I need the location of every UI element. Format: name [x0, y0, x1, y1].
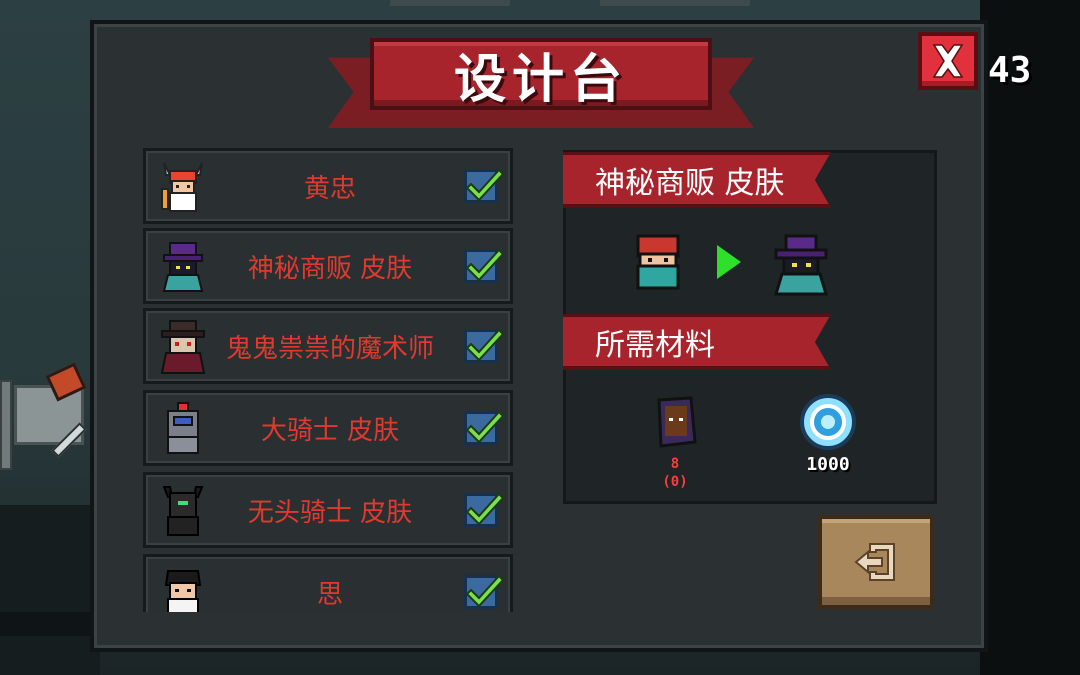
- headless-knight-avatar: [156, 483, 210, 539]
- exit-door-icon: [854, 543, 895, 581]
- checkmark-icon: [465, 328, 505, 362]
- checkbox-checked[interactable]: [464, 492, 505, 527]
- background-doorframe: [390, 0, 510, 6]
- checkmark-icon: [465, 574, 505, 608]
- mysterious-vendor-avatar: [770, 232, 832, 298]
- background-wall-right: [980, 0, 1080, 675]
- background-table-edge: [0, 380, 12, 470]
- gem-icon: [800, 394, 856, 450]
- exit-button[interactable]: [818, 515, 934, 609]
- list-item[interactable]: 鬼鬼祟祟的魔术师: [143, 308, 513, 384]
- checkmark-icon: [465, 168, 505, 202]
- list-item[interactable]: 大骑士 皮肤: [143, 390, 513, 466]
- materials-title-ribbon: 所需材料: [563, 314, 831, 370]
- list-item[interactable]: 无头骑士 皮肤: [143, 472, 513, 548]
- list-item[interactable]: 黄忠: [143, 148, 513, 224]
- checkbox-checked[interactable]: [464, 168, 505, 203]
- play-arrow-icon: [717, 245, 741, 279]
- skin-title-ribbon: 神秘商贩 皮肤: [563, 152, 831, 208]
- list-item[interactable]: 思: [143, 554, 513, 612]
- background-floor: [0, 612, 100, 636]
- grand-knight-avatar: [156, 401, 210, 457]
- checkbox-checked[interactable]: [464, 328, 505, 363]
- materials-title: 所需材料: [595, 327, 715, 363]
- close-button[interactable]: [918, 32, 978, 90]
- mysterious-vendor-avatar: [156, 239, 210, 295]
- list-item[interactable]: 神秘商贩 皮肤: [143, 228, 513, 304]
- sneaky-magician-avatar: [156, 319, 210, 375]
- checkmark-icon: [465, 248, 505, 282]
- huangzhong-avatar: [156, 159, 210, 215]
- counter-text: 43: [988, 50, 1032, 91]
- close-x-icon: [932, 44, 964, 78]
- background-doorframe: [600, 0, 750, 6]
- checkbox-checked[interactable]: [464, 410, 505, 445]
- page-title: 设计台: [453, 49, 628, 110]
- checkbox-checked[interactable]: [464, 248, 505, 283]
- material-owned-count: (0): [662, 474, 688, 490]
- blueprint-book-icon: [657, 396, 697, 448]
- skin-title: 神秘商贩 皮肤: [595, 165, 785, 201]
- title-banner: 设计台: [370, 38, 712, 110]
- checkbox-checked[interactable]: [464, 574, 505, 609]
- si-avatar: [156, 565, 210, 612]
- background-wall: [0, 505, 100, 675]
- checkmark-icon: [465, 410, 505, 444]
- material-required-count: 8: [670, 456, 680, 472]
- gem-required-count: 1000: [806, 454, 850, 475]
- assassin-avatar: [628, 232, 688, 294]
- skin-list[interactable]: 黄忠 神秘商贩 皮肤 鬼鬼祟祟的魔术师 大骑士 皮肤 无头骑士 皮肤 思: [143, 148, 513, 612]
- checkmark-icon: [465, 492, 505, 526]
